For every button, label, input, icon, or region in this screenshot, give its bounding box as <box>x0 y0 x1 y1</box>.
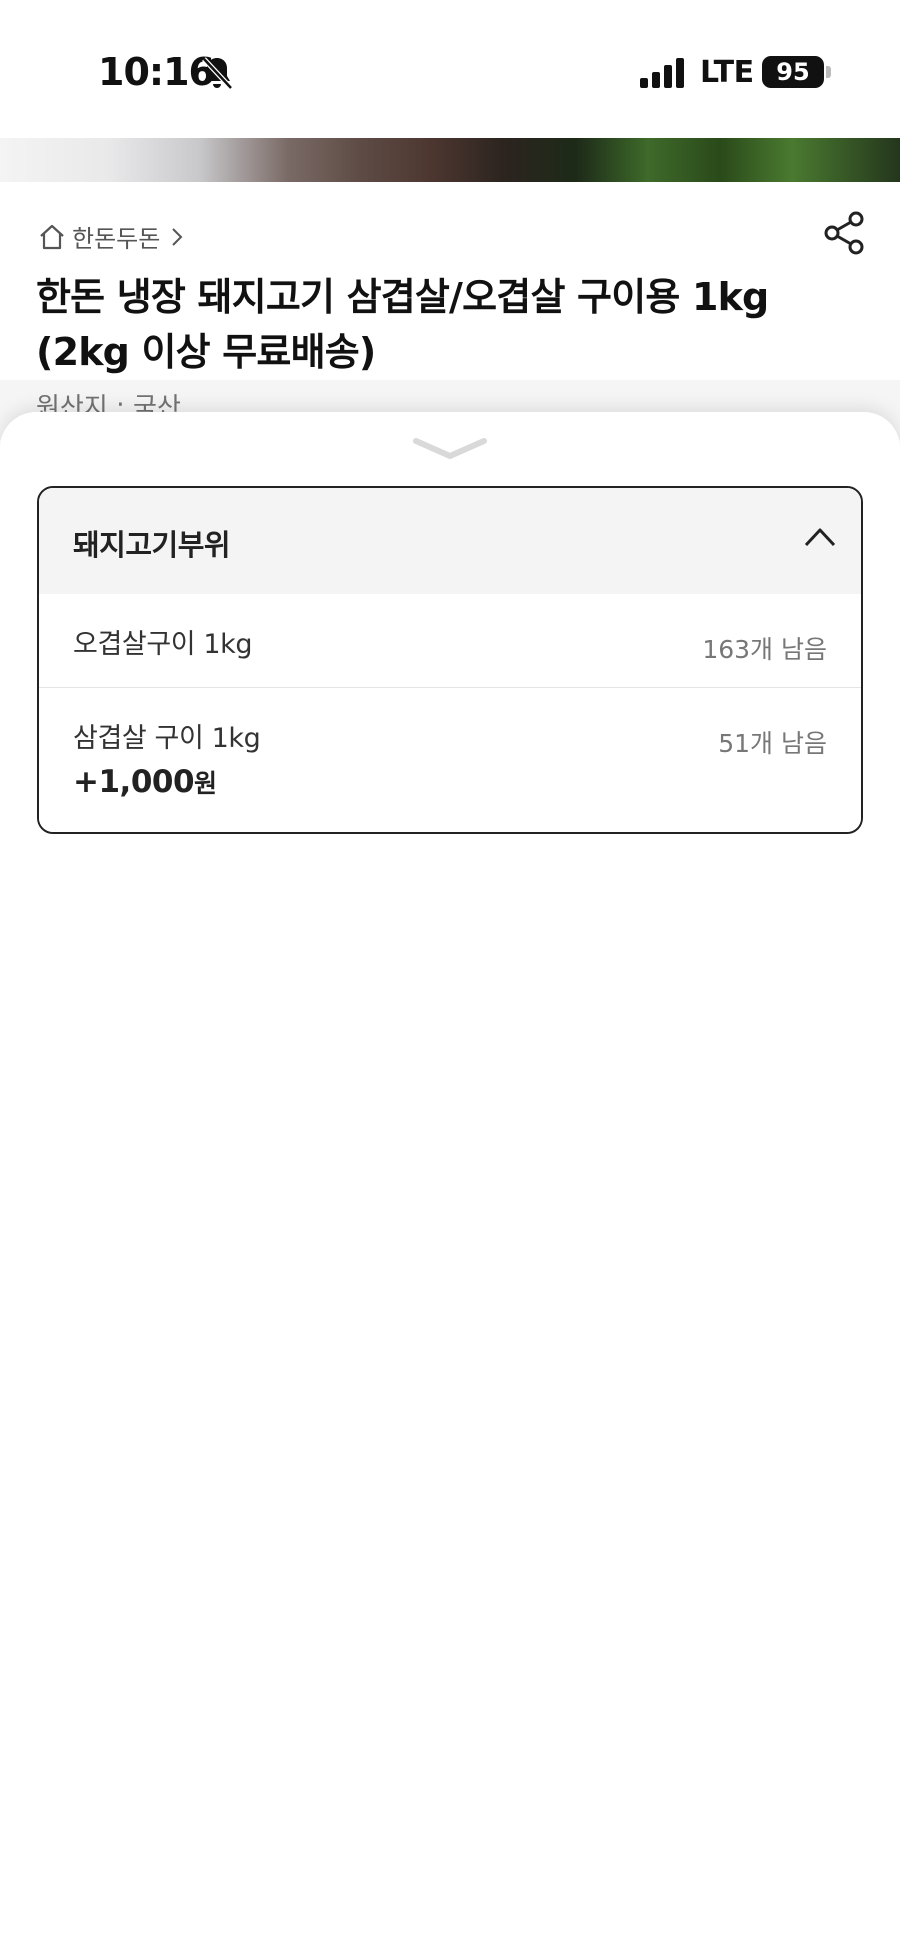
chevron-up-icon <box>804 528 836 547</box>
option-extra-price-value: +1,000 <box>73 764 195 800</box>
option-stock: 51개 남음 <box>718 729 827 758</box>
signal-bars-icon <box>640 58 684 88</box>
breadcrumb-label: 한돈두돈 <box>72 225 161 253</box>
share-icon[interactable] <box>822 210 868 256</box>
option-group-header[interactable]: 돼지고기부위 <box>39 488 861 594</box>
status-time: 10:16 <box>98 50 215 94</box>
screen: 10:16 LTE 95 한돈두돈 한돈 냉장 돼지고기 삼겹살/오겹살 구이용… <box>0 0 900 1956</box>
option-name: 삼겹살 구이 1kg <box>73 723 261 754</box>
option-item-ogyeopsal[interactable]: 오겹살구이 1kg 163개 남음 <box>39 594 861 688</box>
option-extra-price: +1,000원 <box>73 764 217 800</box>
status-bar: 10:16 LTE 95 <box>0 0 900 138</box>
option-name: 오겹살구이 1kg <box>73 629 253 660</box>
option-item-samgyeopsal[interactable]: 삼겹살 구이 1kg 51개 남음 +1,000원 <box>39 688 861 832</box>
breadcrumb[interactable]: 한돈두돈 <box>38 219 184 254</box>
bell-slash-icon <box>202 57 233 90</box>
option-group-label: 돼지고기부위 <box>73 528 231 562</box>
option-extra-price-unit: 원 <box>194 769 217 798</box>
network-type: LTE <box>700 55 754 90</box>
chevron-down-icon[interactable] <box>412 436 488 462</box>
option-dropdown: 돼지고기부위 오겹살구이 1kg 163개 남음 삼겹살 구이 1kg 51개 … <box>37 486 863 834</box>
home-icon <box>40 224 64 249</box>
product-image[interactable] <box>0 138 900 182</box>
battery-tip <box>826 66 831 78</box>
chevron-right-icon <box>172 227 183 246</box>
option-stock: 163개 남음 <box>702 635 827 664</box>
product-title: 한돈 냉장 돼지고기 삼겹살/오겹살 구이용 1kg (2kg 이상 무료배송) <box>36 275 769 374</box>
battery-indicator: 95 <box>762 56 824 88</box>
